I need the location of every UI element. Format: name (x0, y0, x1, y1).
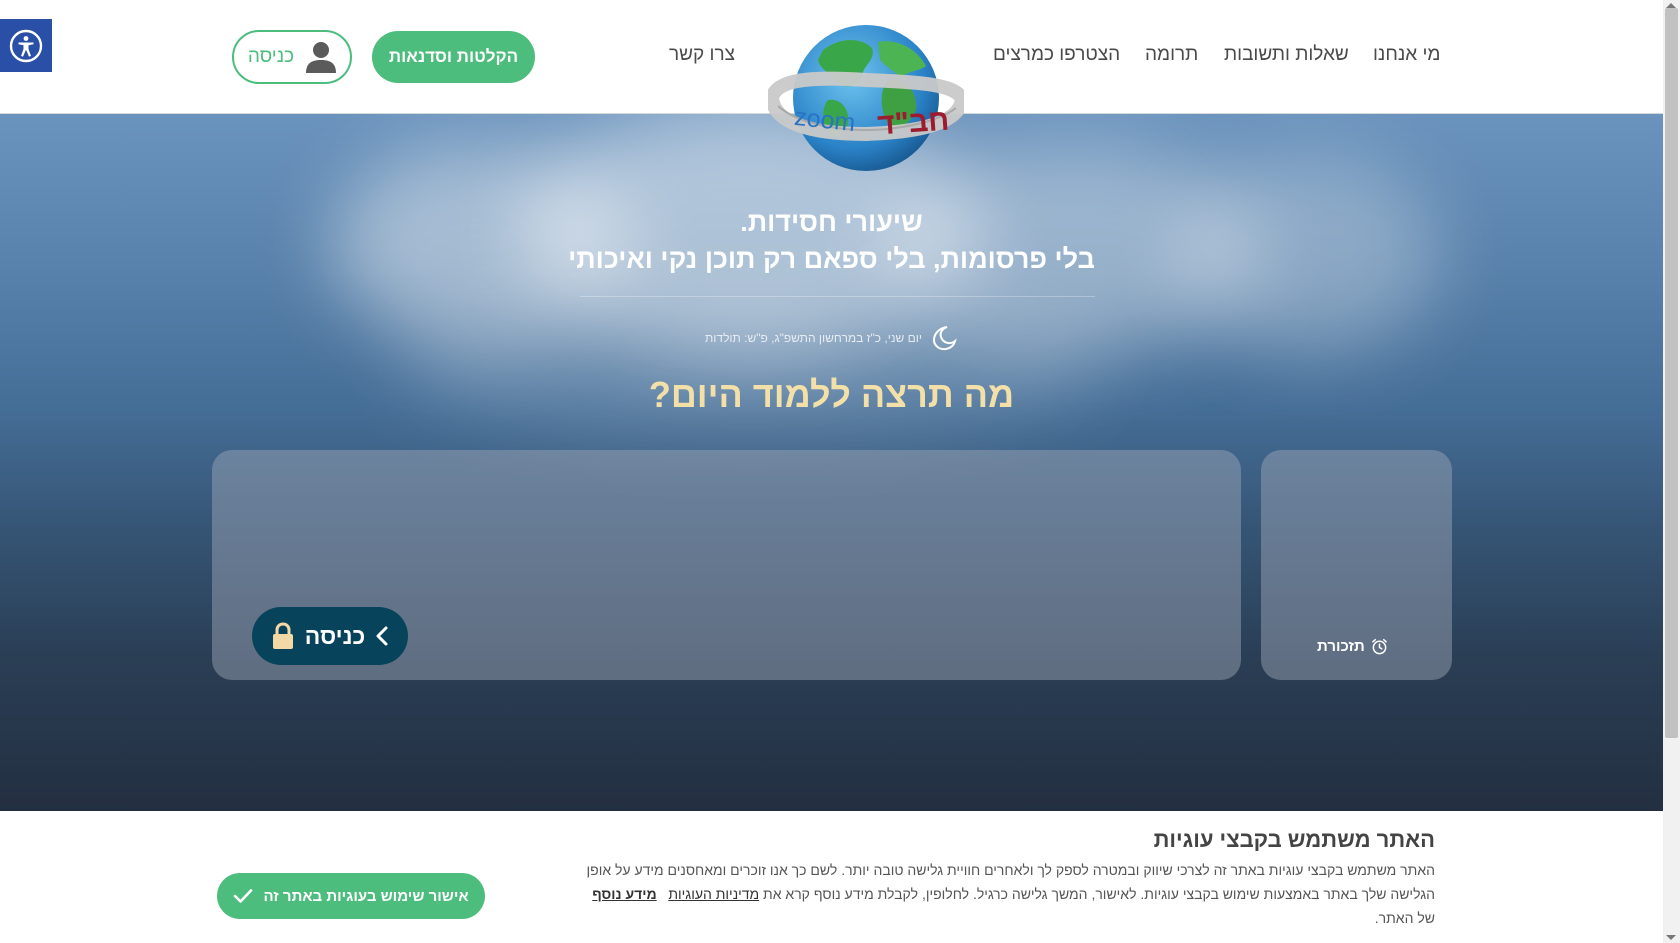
nav-join-lecturers[interactable]: הצטרפו כמרצים (993, 44, 1120, 66)
cookie-accept-button[interactable]: אישור שימוש בעוגיות באתר זה (217, 873, 485, 919)
accessibility-icon (9, 29, 43, 62)
alarm-clock-icon (1371, 638, 1387, 655)
cookie-accept-label: אישור שימוש בעוגיות באתר זה (263, 887, 469, 905)
lock-icon (272, 622, 293, 649)
accessibility-button[interactable] (0, 19, 52, 72)
cookie-text: האתר משתמש בקבצי עוגיות באתר זה לצרכי שי… (585, 858, 1435, 930)
nav-faq[interactable]: שאלות ותשובות (1224, 44, 1349, 66)
moon-icon (932, 326, 957, 351)
user-icon (306, 42, 337, 73)
main-content-panel: כניסה (212, 450, 1241, 680)
page-scrollbar[interactable] (1663, 0, 1680, 943)
check-icon (234, 889, 253, 903)
reminder-panel: תזכורת (1261, 450, 1452, 680)
nav-contact[interactable]: צרו קשר (669, 44, 735, 66)
cookie-title: האתר משתמש בקבצי עוגיות (1153, 827, 1435, 852)
enter-button-label: כניסה (304, 622, 366, 649)
hebrew-date-row: יום שני, כ"ז במרחשון התשפ"ג, פ"ש: תולדות (0, 324, 1663, 352)
login-button[interactable]: כניסה (232, 30, 352, 84)
learning-question: מה תרצה ללמוד היום? (648, 374, 1015, 415)
logo-text-hebrew: חב"ד (876, 104, 950, 142)
enter-button[interactable]: כניסה (252, 607, 408, 665)
cookie-policy-link[interactable]: מדיניות העוגיות (668, 886, 759, 902)
login-button-label: כניסה (247, 46, 295, 67)
hero-tagline-line2: בלי פרסומות, בלי ספאם רק תוכן נקי ואיכות… (568, 244, 1095, 274)
recordings-workshops-button[interactable]: הקלטות וסדנאות (372, 31, 535, 83)
cookie-consent-bar: האתר משתמש בקבצי עוגיות האתר משתמש בקבצי… (0, 811, 1663, 943)
reminder-label: תזכורת (1317, 638, 1365, 655)
hebrew-date: יום שני, כ"ז במרחשון התשפ"ג, פ"ש: תולדות (705, 331, 922, 345)
hero-section: שיעורי חסידות. בלי פרסומות, בלי ספאם רק … (0, 114, 1663, 811)
cookie-text-end: של האתר. (1374, 910, 1435, 926)
scrollbar-thumb[interactable] (1665, 8, 1678, 738)
nav-about[interactable]: מי אנחנו (1373, 44, 1440, 66)
hero-tagline-line1: שיעורי חסידות. (740, 207, 923, 237)
scroll-down-arrow[interactable] (1666, 935, 1676, 940)
hero-divider (580, 296, 1095, 297)
reminder-button[interactable]: תזכורת (1317, 638, 1388, 655)
chevron-left-icon (376, 626, 388, 646)
chabad-zoom-logo[interactable]: חב"ד zoom (764, 20, 970, 176)
cookie-more-info-link[interactable]: מידע נוסף (592, 886, 656, 902)
nav-donate[interactable]: תרומה (1145, 44, 1198, 66)
